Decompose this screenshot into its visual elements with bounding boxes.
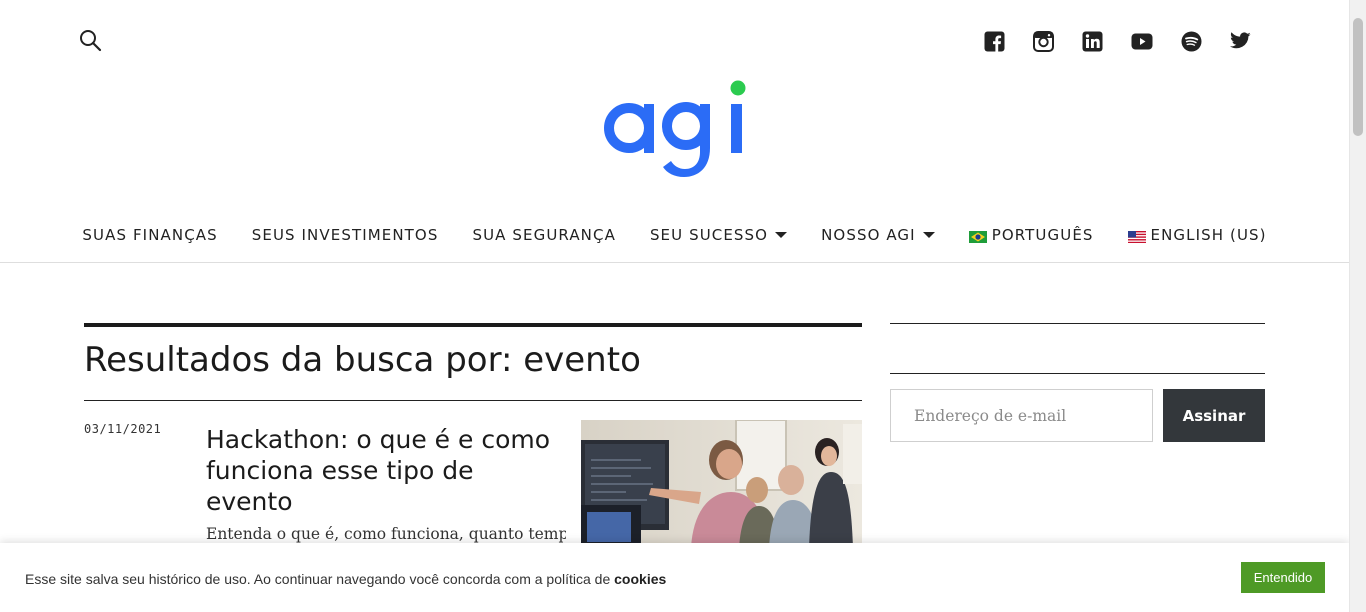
title-rule xyxy=(84,323,862,327)
nav-divider xyxy=(0,262,1349,263)
instagram-icon[interactable] xyxy=(1032,30,1054,52)
main-content: Resultados da busca por: evento 03/11/20… xyxy=(84,323,862,548)
nav-label: NOSSO AGI xyxy=(821,226,916,244)
nav-label: ENGLISH (US) xyxy=(1150,226,1267,244)
youtube-icon[interactable] xyxy=(1131,30,1153,52)
page-title: Resultados da busca por: evento xyxy=(84,340,641,380)
caret-down-icon xyxy=(922,232,935,238)
article-headline[interactable]: Hackathon: o que é e como funciona esse … xyxy=(206,424,566,517)
nav-sua-seguranca[interactable]: SUA SEGURANÇA xyxy=(472,223,615,247)
nav-nosso-agi[interactable]: NOSSO AGI xyxy=(821,223,935,247)
nav-label: SUA SEGURANÇA xyxy=(472,226,616,244)
article-thumbnail[interactable] xyxy=(581,420,862,548)
nav-portugues[interactable]: PORTUGUÊS xyxy=(968,223,1094,247)
cookies-link[interactable]: cookies xyxy=(614,571,666,587)
cookie-banner: Esse site salva seu histórico de uso. Ao… xyxy=(0,543,1349,612)
nav-suas-financas[interactable]: SUAS FINANÇAS xyxy=(82,223,217,247)
linkedin-icon[interactable] xyxy=(1082,30,1104,52)
search-icon[interactable] xyxy=(79,29,103,53)
social-links xyxy=(983,30,1252,52)
page: SUAS FINANÇAS SEUS INVESTIMENTOS SUA SEG… xyxy=(0,0,1349,612)
nav-seu-sucesso[interactable]: SEU SUCESSO xyxy=(649,223,788,247)
nav-label: SEUS INVESTIMENTOS xyxy=(251,226,439,244)
article-date: 03/11/2021 xyxy=(84,422,162,436)
scrollbar[interactable] xyxy=(1349,0,1366,612)
divider xyxy=(84,400,862,401)
us-flag-icon xyxy=(1127,229,1146,243)
twitter-icon[interactable] xyxy=(1230,30,1252,52)
email-input[interactable] xyxy=(890,389,1153,442)
accept-cookies-button[interactable]: Entendido xyxy=(1241,562,1325,593)
nav-label: PORTUGUÊS xyxy=(991,226,1094,244)
subscribe-button[interactable]: Assinar xyxy=(1163,389,1265,442)
scrollbar-thumb[interactable] xyxy=(1353,18,1363,136)
newsletter-form: Assinar xyxy=(890,389,1265,442)
sidebar-rule xyxy=(890,373,1265,374)
cookie-message-text: Esse site salva seu histórico de uso. Ao… xyxy=(25,571,615,587)
nav-label: SUAS FINANÇAS xyxy=(82,226,218,244)
nav-seus-investimentos[interactable]: SEUS INVESTIMENTOS xyxy=(252,223,439,247)
spotify-icon[interactable] xyxy=(1181,30,1203,52)
article-excerpt: Entenda o que é, como funciona, quanto t… xyxy=(206,525,566,543)
sidebar-rule xyxy=(890,323,1265,324)
facebook-icon[interactable] xyxy=(983,30,1005,52)
agi-logo[interactable] xyxy=(604,78,750,182)
main-navigation: SUAS FINANÇAS SEUS INVESTIMENTOS SUA SEG… xyxy=(0,223,1349,247)
sidebar: Assinar xyxy=(890,323,1265,442)
nav-english[interactable]: ENGLISH (US) xyxy=(1127,223,1267,247)
nav-label: SEU SUCESSO xyxy=(649,226,769,244)
cookie-message: Esse site salva seu histórico de uso. Ao… xyxy=(25,571,666,587)
brazil-flag-icon xyxy=(968,229,987,243)
caret-down-icon xyxy=(775,232,788,238)
